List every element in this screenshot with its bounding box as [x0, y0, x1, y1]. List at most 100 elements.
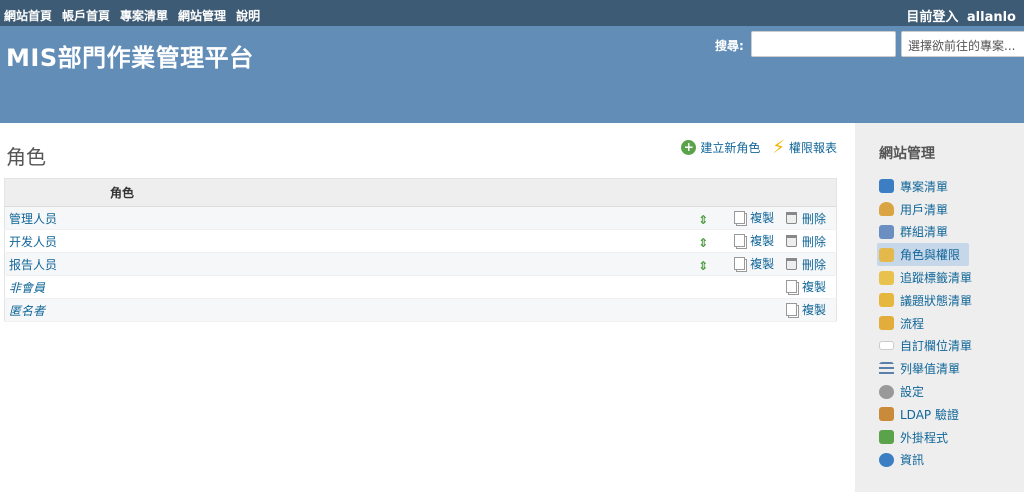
permissions-report-link[interactable]: ⚡ 權限報表 — [772, 136, 837, 158]
trash-icon — [785, 258, 797, 270]
reorder-handle-icon[interactable]: ⇕ — [698, 259, 708, 273]
contextual-actions: + 建立新角色 ⚡ 權限報表 — [681, 136, 837, 158]
ldap-icon — [879, 407, 894, 422]
sidebar-item-users[interactable]: 用戶清單 — [877, 198, 974, 221]
sidebar-item-enumerations[interactable]: 列舉值清單 — [877, 357, 974, 380]
table-row: 管理人员 ⇕ 複製 刪除 — [4, 206, 837, 230]
sidebar-item-projects[interactable]: 專案清單 — [877, 175, 974, 198]
sidebar-item-custom-fields[interactable]: 自訂欄位清單 — [877, 335, 974, 358]
top-menu-links: 網站首頁 帳戶首頁 專案清單 網站管理 說明 — [4, 7, 260, 24]
copy-button[interactable]: 複製 — [734, 209, 774, 226]
delete-label: 刪除 — [801, 211, 826, 226]
custom-field-icon — [879, 341, 894, 351]
top-menu: 網站首頁 帳戶首頁 專案清單 網站管理 說明 目前登入 allanlo — [0, 0, 1024, 26]
sidebar-item-label: 角色與權限 — [900, 248, 961, 263]
sidebar-item-issue-statuses[interactable]: 議題狀態清單 — [877, 289, 974, 312]
main-content: 角色 + 建立新角色 ⚡ 權限報表 角色 管理人员 ⇕ 複製 刪除 开发人员 ⇕… — [0, 123, 855, 492]
top-link-help[interactable]: 說明 — [236, 7, 260, 24]
header: MIS部門作業管理平台 搜尋: 選擇欲前往的專案... — [0, 26, 1024, 123]
row-actions: ⇕ 複製 刪除 — [233, 252, 837, 276]
reorder-handle-icon[interactable]: ⇕ — [698, 236, 708, 250]
row-actions: 複製 — [233, 298, 837, 322]
lightning-icon: ⚡ — [772, 136, 785, 158]
logged-in-label: 目前登入 — [906, 10, 959, 25]
top-link-projects[interactable]: 專案清單 — [120, 7, 168, 24]
row-actions: ⇕ 複製 刪除 — [233, 229, 837, 253]
logged-in-as: 目前登入 allanlo — [906, 6, 1016, 25]
copy-button[interactable]: 複製 — [785, 278, 826, 295]
copy-label: 複製 — [801, 280, 826, 294]
table-header-row: 角色 — [4, 178, 837, 207]
trash-icon — [785, 235, 797, 247]
add-icon: + — [681, 140, 697, 155]
page-title: 角色 — [6, 145, 46, 169]
sidebar-item-label: 追蹤標籤清單 — [900, 271, 973, 286]
sidebar-item-ldap[interactable]: LDAP 驗證 — [877, 403, 974, 426]
sidebar-item-label: 外掛程式 — [900, 430, 949, 445]
logged-in-user-link[interactable]: allanlo — [967, 10, 1016, 25]
search-input[interactable] — [751, 31, 896, 57]
sidebar-item-groups[interactable]: 群組清單 — [877, 221, 974, 244]
copy-button[interactable]: 複製 — [734, 255, 774, 272]
sidebar-item-label: 列舉值清單 — [900, 362, 961, 377]
new-role-link[interactable]: + 建立新角色 — [681, 139, 760, 156]
sidebar-item-workflow[interactable]: 流程 — [877, 312, 974, 335]
top-link-my-page[interactable]: 帳戶首頁 — [62, 7, 110, 24]
info-icon — [879, 452, 894, 467]
sidebar-item-settings[interactable]: 設定 — [877, 380, 974, 403]
copy-button[interactable]: 複製 — [734, 232, 774, 249]
copy-label: 複製 — [801, 303, 826, 317]
reorder-handle-icon[interactable]: ⇕ — [698, 213, 708, 227]
sidebar-item-roles[interactable]: 角色與權限 — [877, 243, 969, 267]
sidebar-item-label: 群組清單 — [900, 225, 949, 240]
copy-icon — [734, 234, 746, 247]
row-actions: ⇕ 複製 刪除 — [233, 206, 837, 230]
table-row: 开发人员 ⇕ 複製 刪除 — [4, 229, 837, 253]
sidebar-item-label: 自訂欄位清單 — [900, 339, 973, 354]
plugin-icon — [879, 430, 894, 445]
new-role-label: 建立新角色 — [700, 141, 761, 155]
group-icon — [879, 224, 894, 239]
permissions-report-label: 權限報表 — [788, 141, 837, 155]
trash-icon — [785, 212, 797, 224]
user-icon — [879, 202, 894, 217]
copy-button[interactable]: 複製 — [785, 301, 826, 318]
delete-label: 刪除 — [801, 234, 826, 249]
project-jump-select[interactable]: 選擇欲前往的專案... — [901, 31, 1024, 57]
delete-button[interactable]: 刪除 — [785, 256, 826, 273]
sidebar-item-label: LDAP 驗證 — [900, 407, 959, 422]
sidebar-item-label: 議題狀態清單 — [900, 293, 973, 308]
column-header-role: 角色 — [4, 178, 837, 207]
site-title: MIS部門作業管理平台 — [6, 44, 254, 72]
row-actions: 複製 — [233, 275, 837, 299]
search-label: 搜尋: — [715, 39, 744, 53]
workflow-icon — [879, 316, 894, 331]
role-name-link[interactable]: 开发人员 — [4, 229, 234, 253]
table-row: 报告人员 ⇕ 複製 刪除 — [4, 252, 837, 276]
copy-label: 複製 — [750, 211, 775, 225]
sidebar-item-info[interactable]: 資訊 — [877, 449, 974, 472]
status-icon — [879, 293, 894, 308]
top-link-administration[interactable]: 網站管理 — [178, 7, 226, 24]
projects-icon — [879, 179, 894, 194]
sidebar-item-trackers[interactable]: 追蹤標籤清單 — [877, 266, 974, 289]
table-row: 非會員 複製 — [4, 275, 837, 299]
admin-menu: 專案清單 用戶清單 群組清單 角色與權限 追蹤標籤清單 議題狀態清單 流程 自訂… — [877, 175, 974, 471]
tracker-icon — [879, 270, 894, 285]
role-icon — [879, 247, 894, 262]
copy-icon — [734, 257, 746, 270]
role-name-link[interactable]: 非會員 — [4, 275, 234, 299]
top-link-home[interactable]: 網站首頁 — [4, 7, 52, 24]
roles-table: 角色 管理人员 ⇕ 複製 刪除 开发人员 ⇕ 複製 刪除 报告人员 ⇕ 複製 刪… — [4, 178, 837, 322]
delete-button[interactable]: 刪除 — [785, 210, 826, 227]
sidebar-item-plugins[interactable]: 外掛程式 — [877, 426, 974, 449]
role-name-link[interactable]: 报告人员 — [4, 252, 234, 276]
sidebar-title: 網站管理 — [879, 146, 935, 162]
delete-button[interactable]: 刪除 — [785, 233, 826, 250]
sidebar-item-label: 用戶清單 — [900, 202, 949, 217]
sidebar-item-label: 資訊 — [900, 453, 925, 468]
role-name-link[interactable]: 匿名者 — [4, 298, 234, 322]
delete-label: 刪除 — [801, 257, 826, 272]
role-name-link[interactable]: 管理人员 — [4, 206, 234, 230]
gear-icon — [879, 384, 894, 399]
